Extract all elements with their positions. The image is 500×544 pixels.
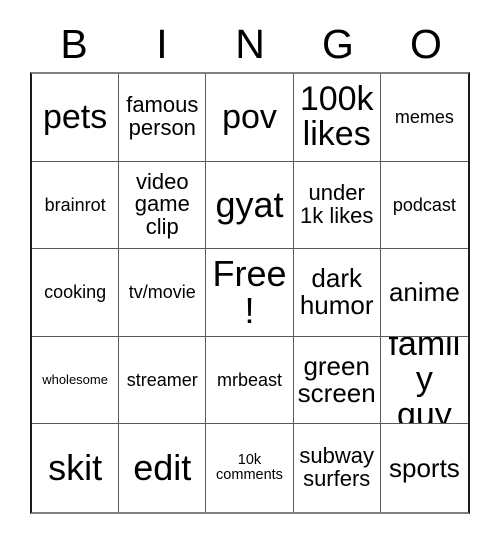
bingo-cell-label: video game clip: [134, 168, 190, 240]
bingo-cell-o1[interactable]: memes: [380, 74, 468, 162]
bingo-header-letter-o: O: [410, 20, 442, 67]
bingo-cell-n2[interactable]: gyat: [206, 161, 294, 250]
bingo-cell-n5[interactable]: 10k comments: [206, 424, 294, 512]
bingo-cell-o4[interactable]: family guy: [380, 336, 468, 425]
bingo-cell-label: under 1k likes: [300, 180, 374, 228]
bingo-cell-label: pets: [42, 97, 108, 136]
bingo-cell-label: green screen: [297, 351, 376, 409]
bingo-cell-b4[interactable]: wholesome: [32, 336, 120, 425]
bingo-cell-label: brainrot: [44, 194, 106, 215]
bingo-cell-i4[interactable]: streamer: [119, 336, 207, 425]
bingo-cell-n1[interactable]: pov: [206, 74, 294, 162]
bingo-cell-label: cooking: [44, 282, 107, 303]
bingo-header-letter-g: G: [322, 20, 354, 67]
bingo-cell-label: memes: [394, 106, 454, 127]
bingo-free-space-label: Free!: [212, 253, 287, 332]
bingo-cell-label: famous person: [126, 92, 199, 141]
bingo-grid: pets famous person pov 100k likes memes …: [30, 72, 470, 514]
bingo-cell-label: 100k likes: [299, 79, 374, 154]
bingo-cell-label: dark humor: [299, 263, 374, 321]
bingo-cell-i3[interactable]: tv/movie: [119, 249, 207, 337]
bingo-cell-b2[interactable]: brainrot: [32, 161, 120, 250]
bingo-cell-o5[interactable]: sports: [380, 424, 468, 512]
bingo-cell-o2[interactable]: podcast: [380, 161, 468, 250]
bingo-cell-label: edit: [133, 447, 192, 489]
bingo-cell-label: tv/movie: [128, 282, 196, 303]
bingo-cell-i1[interactable]: famous person: [119, 74, 207, 162]
bingo-card: B I N G O pets famous person pov 100k li…: [0, 0, 500, 544]
bingo-cell-n4[interactable]: mrbeast: [206, 336, 294, 425]
bingo-cell-b5[interactable]: skit: [32, 424, 120, 512]
bingo-cell-label: mrbeast: [216, 369, 282, 390]
bingo-cell-label: gyat: [215, 184, 284, 226]
bingo-cell-i2[interactable]: video game clip: [119, 161, 207, 250]
bingo-cell-label: pov: [222, 97, 277, 136]
bingo-cell-g2[interactable]: under 1k likes: [293, 161, 381, 250]
bingo-cell-label: streamer: [126, 369, 198, 390]
bingo-header-row: B I N G O: [30, 18, 470, 70]
bingo-header-letter-i: I: [156, 20, 168, 67]
bingo-cell-label: wholesome: [42, 372, 108, 388]
bingo-cell-label: podcast: [392, 194, 456, 215]
bingo-cell-label: anime: [388, 276, 460, 307]
bingo-cell-g5[interactable]: subway surfers: [293, 424, 381, 512]
bingo-cell-label: 10k comments: [216, 452, 283, 484]
bingo-cell-i5[interactable]: edit: [119, 424, 207, 512]
bingo-header-letter-b: B: [60, 20, 88, 67]
bingo-cell-label: sports: [388, 452, 460, 483]
bingo-cell-label: family guy: [388, 336, 461, 425]
bingo-cell-g3[interactable]: dark humor: [293, 249, 381, 337]
bingo-cell-o3[interactable]: anime: [380, 249, 468, 337]
bingo-header-letter-n: N: [235, 20, 265, 67]
bingo-cell-g4[interactable]: green screen: [293, 336, 381, 425]
bingo-cell-g1[interactable]: 100k likes: [293, 74, 381, 162]
bingo-cell-free-space[interactable]: Free!: [206, 249, 294, 337]
bingo-cell-label: subway surfers: [299, 443, 374, 492]
bingo-cell-label: skit: [48, 447, 103, 489]
bingo-cell-b3[interactable]: cooking: [32, 249, 120, 337]
bingo-cell-b1[interactable]: pets: [32, 74, 120, 162]
